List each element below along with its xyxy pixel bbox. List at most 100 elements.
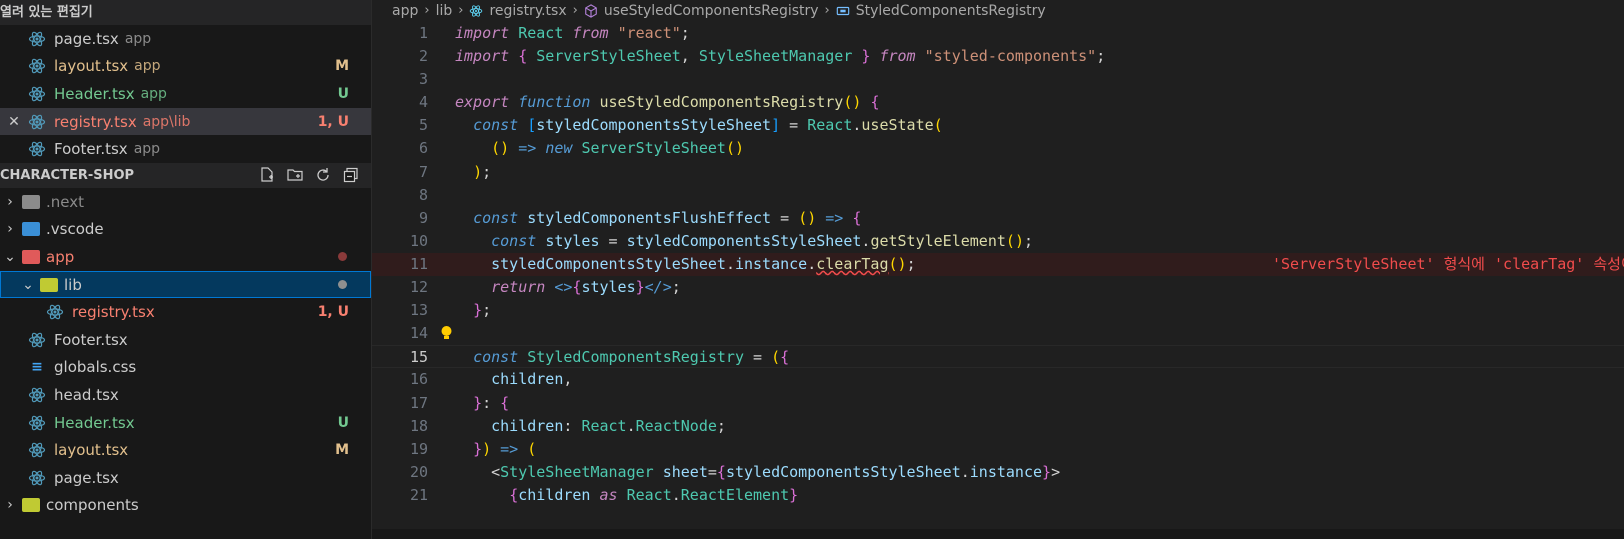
- react-icon: [28, 331, 46, 349]
- git-status-badge: M: [335, 58, 349, 75]
- code-line[interactable]: 16 children,: [372, 368, 1624, 391]
- file-dir: app: [134, 58, 161, 75]
- chevron-down-icon[interactable]: ⌄: [20, 277, 36, 293]
- tree-item--next[interactable]: › .next: [0, 188, 371, 216]
- code-text: export function useStyledComponentsRegis…: [455, 93, 880, 112]
- code-line[interactable]: 10 const styles = styledComponentsStyleS…: [372, 230, 1624, 253]
- code-line[interactable]: 6 () => new ServerStyleSheet(): [372, 137, 1624, 160]
- tree-item-header-tsx[interactable]: Header.tsx U: [0, 409, 371, 437]
- code-text: const [styledComponentsStyleSheet] = Rea…: [473, 116, 943, 135]
- code-text: }) => (: [473, 439, 537, 458]
- open-editor-item[interactable]: Header.tsx app U: [0, 80, 371, 108]
- tree-item-head-tsx[interactable]: head.tsx: [0, 381, 371, 409]
- lightbulb-icon[interactable]: [440, 325, 453, 341]
- breadcrumb-item-function[interactable]: useStyledComponentsRegistry: [604, 0, 819, 22]
- open-editor-item[interactable]: layout.tsx app M: [0, 53, 371, 81]
- breadcrumb-item-app[interactable]: app: [392, 0, 418, 22]
- react-icon: [28, 30, 46, 48]
- tree-item-app[interactable]: ⌄ app: [0, 243, 371, 271]
- tree-item-layout-tsx[interactable]: layout.tsx M: [0, 436, 371, 464]
- chevron-down-icon[interactable]: ⌄: [2, 249, 18, 265]
- react-icon: [28, 386, 46, 404]
- code-line[interactable]: 8: [372, 184, 1624, 207]
- line-number: 8: [418, 185, 428, 204]
- code-line[interactable]: 15 const StyledComponentsRegistry = ({: [372, 345, 1624, 369]
- git-status-badge: 1, U: [317, 113, 349, 130]
- new-folder-icon[interactable]: [287, 167, 303, 183]
- chevron-right-icon[interactable]: ›: [2, 497, 18, 513]
- method-icon: [584, 4, 598, 18]
- tree-item-label: Footer.tsx: [54, 330, 128, 349]
- open-editors-header[interactable]: 열려 있는 편집기: [0, 0, 371, 25]
- react-icon: [28, 441, 46, 459]
- code-text: {children as React.ReactElement}: [509, 485, 799, 504]
- open-editor-item[interactable]: ✕ registry.tsx app\lib 1, U: [0, 107, 371, 136]
- code-editor[interactable]: app › lib › registry.tsx › useStyledComp…: [372, 0, 1624, 539]
- breadcrumb-item-file[interactable]: registry.tsx: [489, 0, 566, 22]
- open-editors-list: page.tsx app layout.tsx app M Header.tsx app U ✕…: [0, 25, 371, 163]
- breadcrumb-item-symbol[interactable]: StyledComponentsRegistry: [856, 0, 1046, 22]
- tree-item-lib[interactable]: ⌄ lib: [0, 270, 371, 299]
- tree-item-label: .vscode: [46, 220, 104, 239]
- chevron-right-icon: ›: [458, 3, 464, 18]
- chevron-right-icon[interactable]: ›: [2, 194, 18, 210]
- tree-item-globals-css[interactable]: ≡ globals.css: [0, 354, 371, 382]
- code-line[interactable]: 18 children: React.ReactNode;: [372, 415, 1624, 438]
- code-line[interactable]: 13 };: [372, 299, 1624, 322]
- css-icon: ≡: [31, 359, 43, 376]
- code-line[interactable]: 21 {children as React.ReactElement}: [372, 484, 1624, 507]
- code-line[interactable]: 5 const [styledComponentsStyleSheet] = R…: [372, 114, 1624, 137]
- react-icon: [28, 57, 46, 75]
- open-editor-item[interactable]: page.tsx app: [0, 25, 371, 53]
- code-text: import React from "react";: [455, 24, 690, 42]
- tree-item-label: components: [46, 496, 139, 515]
- code-text: styledComponentsStyleSheet.instance.clea…: [491, 254, 916, 273]
- file-dir: app\lib: [142, 113, 191, 130]
- code-line[interactable]: 11 styledComponentsStyleSheet.instance.c…: [372, 252, 1624, 277]
- code-text: () => new ServerStyleSheet(): [491, 139, 744, 158]
- code-text: children: React.ReactNode;: [491, 416, 726, 435]
- file-dir: app: [124, 30, 152, 47]
- folder-icon: [22, 222, 40, 237]
- chevron-right-icon[interactable]: ›: [2, 221, 18, 237]
- git-status-badge: M: [335, 442, 349, 459]
- code-area[interactable]: 1 import React from "react"; 2 import { Ser…: [372, 22, 1624, 539]
- code-line[interactable]: 14: [372, 322, 1624, 345]
- breadcrumb: app › lib › registry.tsx › useStyledComp…: [372, 0, 1624, 22]
- code-line[interactable]: 1 import React from "react";: [372, 22, 1624, 45]
- code-line[interactable]: 4 export function useStyledComponentsRegi…: [372, 91, 1624, 114]
- explorer-actions: [259, 163, 359, 188]
- tree-item-page-tsx[interactable]: page.tsx: [0, 464, 371, 492]
- react-icon: [46, 303, 64, 321]
- code-text: const StyledComponentsRegistry = ({: [473, 348, 790, 367]
- explorer-header[interactable]: CHARACTER-SHOP: [0, 162, 371, 188]
- line-number: 12: [409, 278, 428, 297]
- code-line[interactable]: 20 <StyleSheetManager sheet={styledCompo…: [372, 461, 1624, 484]
- file-name: Header.tsx: [54, 84, 135, 103]
- code-line[interactable]: 2 import { ServerStyleSheet, StyleSheetMa…: [372, 45, 1624, 68]
- code-line[interactable]: 9 const styledComponentsFlushEffect = ()…: [372, 207, 1624, 230]
- collapse-all-icon[interactable]: [343, 167, 359, 183]
- code-line[interactable]: 12 return <>{styles}</>;: [372, 276, 1624, 299]
- open-editor-item[interactable]: Footer.tsx app: [0, 135, 371, 163]
- open-editors-title: 열려 있는 편집기: [0, 5, 93, 20]
- chevron-right-icon: ›: [424, 3, 430, 18]
- react-icon: [28, 140, 46, 158]
- code-line[interactable]: 17 }: {: [372, 392, 1624, 415]
- line-number: 13: [409, 301, 428, 320]
- code-line[interactable]: 19 }) => (: [372, 438, 1624, 461]
- tree-item-footer-tsx[interactable]: Footer.tsx: [0, 326, 371, 354]
- tree-item-components[interactable]: › components: [0, 492, 371, 520]
- breadcrumb-item-lib[interactable]: lib: [436, 0, 453, 22]
- variable-icon: [836, 4, 850, 18]
- code-text: const styles = styledComponentsStyleShee…: [491, 231, 1033, 250]
- refresh-icon[interactable]: [315, 167, 331, 183]
- tree-item--vscode[interactable]: › .vscode: [0, 216, 371, 244]
- close-icon[interactable]: ✕: [6, 114, 22, 130]
- code-line[interactable]: 7 );: [372, 161, 1624, 184]
- tree-item-label: Header.tsx: [54, 413, 135, 432]
- new-file-icon[interactable]: [259, 167, 275, 183]
- code-line[interactable]: 3: [372, 68, 1624, 91]
- line-number: 1: [418, 24, 428, 42]
- tree-item-registry-tsx[interactable]: registry.tsx 1, U: [0, 298, 371, 326]
